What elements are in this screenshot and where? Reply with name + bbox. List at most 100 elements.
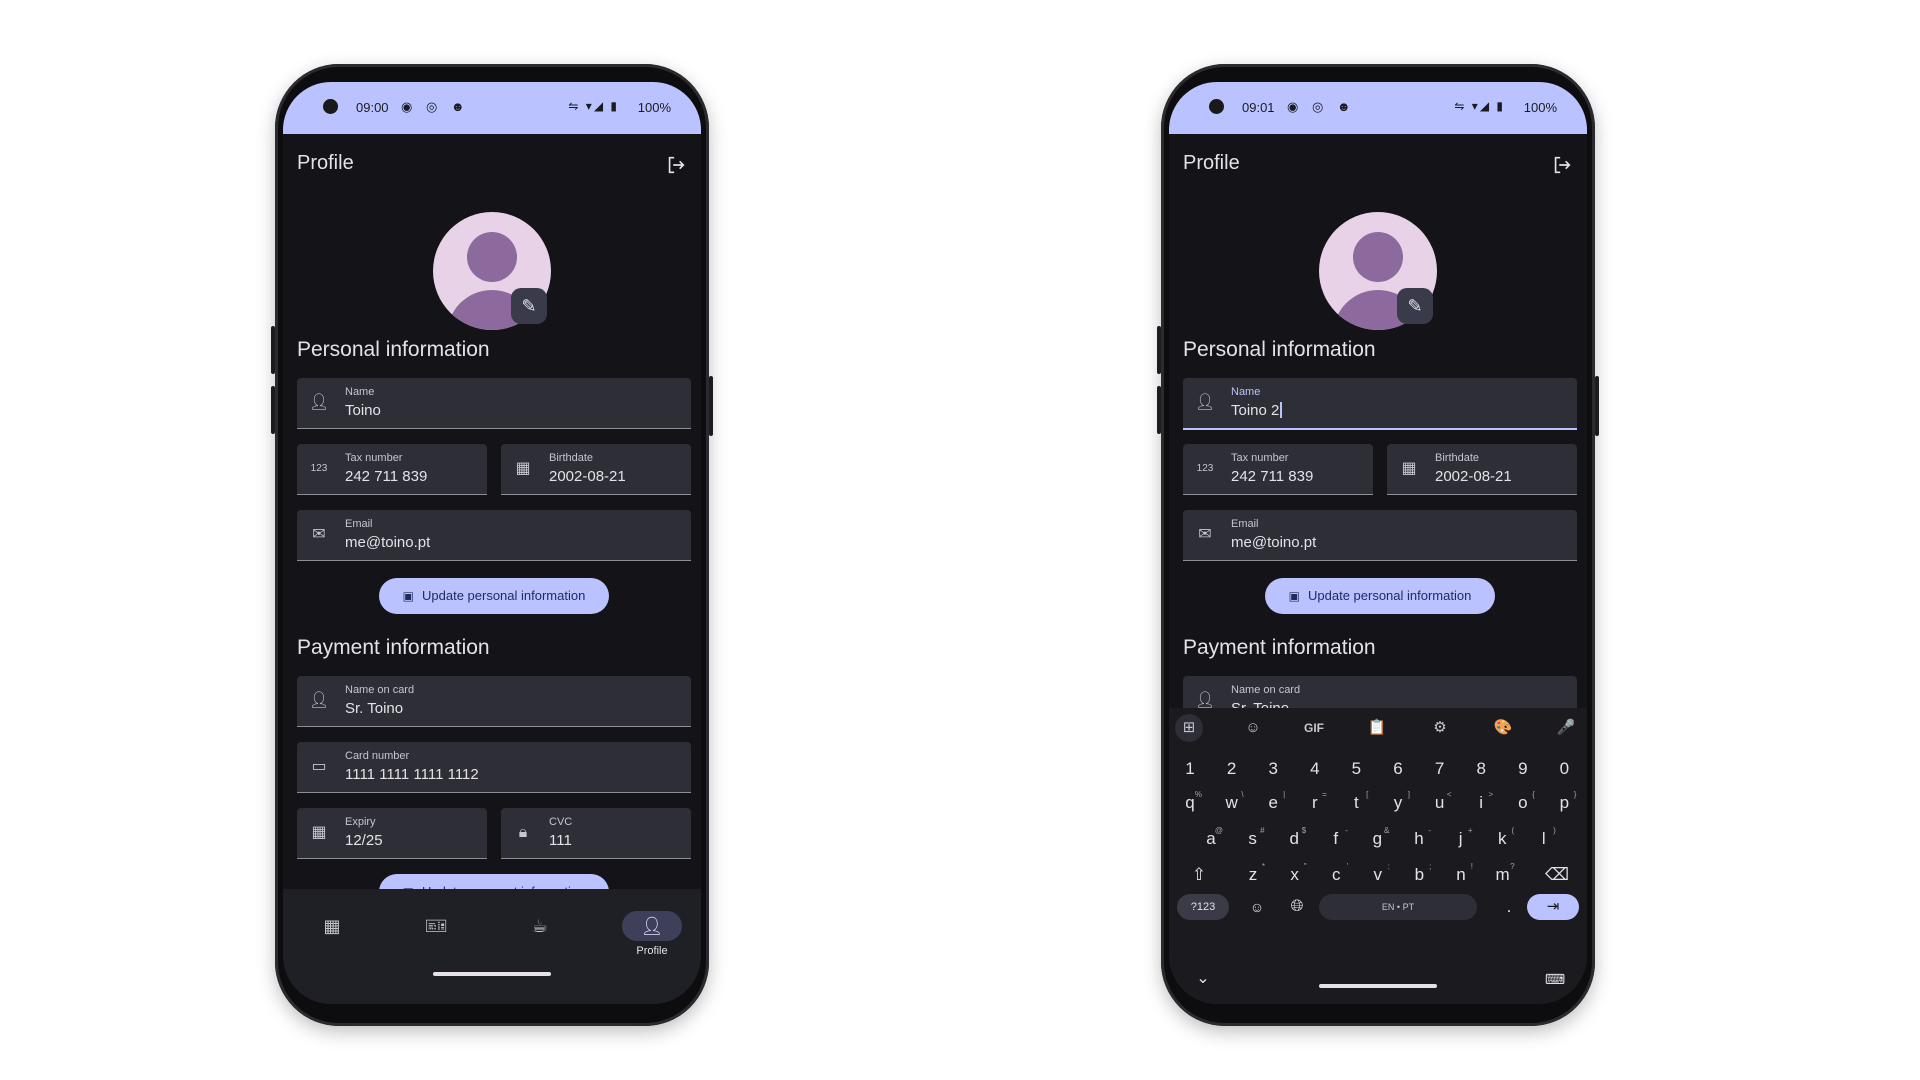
key-alt-label: \ (1241, 790, 1244, 799)
key-v[interactable]: v: (1360, 858, 1396, 892)
key-h[interactable]: h- (1401, 822, 1437, 856)
cvc-label: CVC (549, 816, 573, 828)
expiry-field[interactable]: ▦ Expiry 12/25 (297, 808, 487, 859)
key-w[interactable]: w \ (1214, 786, 1250, 820)
gesture-bar[interactable] (1319, 984, 1437, 988)
calendar-icon: ▦ (323, 916, 341, 936)
key-o[interactable]: o{ (1505, 786, 1541, 820)
key-7[interactable]: 7 (1422, 752, 1458, 786)
key-9[interactable]: 9 (1505, 752, 1541, 786)
key-alt-label: { (1532, 790, 1535, 799)
key-2[interactable]: 2 (1214, 752, 1250, 786)
key-e[interactable]: e | (1255, 786, 1291, 820)
key-y[interactable]: y] (1380, 786, 1416, 820)
nav-tickets[interactable]: 🎫︎ (401, 911, 471, 961)
key-5[interactable]: 5 (1338, 752, 1374, 786)
clipboard-icon[interactable]: 📋 (1363, 714, 1391, 742)
symbols-key[interactable]: ?123 (1177, 894, 1229, 920)
sticker-icon[interactable]: ☺ (1239, 714, 1267, 742)
key-j[interactable]: j + (1443, 822, 1479, 856)
email-field[interactable]: ✉ Email me@toino.pt (297, 510, 691, 561)
collapse-keyboard-icon[interactable]: ⌄ (1185, 962, 1221, 996)
key-p[interactable]: p} (1546, 786, 1582, 820)
settings-icon[interactable]: ⚙ (1426, 714, 1454, 742)
key-label: 9 (1518, 759, 1528, 778)
key-k[interactable]: k( (1484, 822, 1520, 856)
backspace-key[interactable]: ⌫ (1539, 858, 1575, 892)
cvc-field[interactable]: 🔒︎ CVC 111 (501, 808, 691, 859)
key-u[interactable]: u < (1422, 786, 1458, 820)
apps-grid-icon[interactable]: ⊞ (1175, 714, 1203, 742)
next-key[interactable]: ⇥ (1527, 894, 1579, 920)
name-label: Name (1231, 386, 1261, 398)
microphone-icon[interactable]: 🎤 (1552, 714, 1580, 742)
system-icons: ⇋ ▾◢ ▮ (568, 99, 619, 113)
key-label: q (1185, 793, 1195, 812)
key-6[interactable]: 6 (1380, 752, 1416, 786)
gif-button[interactable]: GIF (1300, 714, 1328, 742)
tax-number-label: Tax number (1231, 452, 1289, 464)
avatar-head (1353, 232, 1403, 282)
key-n[interactable]: n! (1443, 858, 1479, 892)
key-z[interactable]: z * (1235, 858, 1271, 892)
period-key[interactable]: . (1491, 890, 1527, 924)
globe-icon[interactable]: 🌐︎ (1279, 890, 1315, 924)
name-field[interactable]: 👤︎ Name Toino (297, 378, 691, 429)
name-value: Toino (345, 402, 381, 419)
birthdate-field[interactable]: ▦ Birthdate 2002-08-21 (1387, 444, 1577, 495)
update-personal-button[interactable]: ▣ Update personal information (1265, 578, 1495, 614)
palette-icon[interactable]: 🎨 (1489, 714, 1517, 742)
key-b[interactable]: b; (1401, 858, 1437, 892)
key-8[interactable]: 8 (1463, 752, 1499, 786)
bottom-navigation: ▦ 🎫︎ ☕︎ 👤︎ Profile (283, 889, 701, 1004)
tax-number-field[interactable]: 123 Tax number 242 711 839 (1183, 444, 1373, 495)
email-field[interactable]: ✉ Email me@toino.pt (1183, 510, 1577, 561)
nav-coffee[interactable]: ☕︎ (505, 911, 575, 961)
key-f[interactable]: f- (1318, 822, 1354, 856)
logout-icon[interactable] (1551, 154, 1573, 176)
emoji-key[interactable]: ☺ (1239, 890, 1275, 924)
key-m[interactable]: m? (1485, 858, 1521, 892)
nav-calendar[interactable]: ▦ (297, 911, 367, 961)
edit-avatar-button[interactable]: ✎ (511, 288, 547, 324)
key-4[interactable]: 4 (1297, 752, 1333, 786)
update-personal-button[interactable]: ▣ Update personal information (379, 578, 609, 614)
expiry-label: Expiry (345, 816, 376, 828)
name-value-wrap: Toino 2 (1231, 402, 1282, 419)
gesture-bar[interactable] (433, 972, 551, 976)
key-l[interactable]: l) (1526, 822, 1562, 856)
front-camera (323, 99, 338, 114)
key-3[interactable]: 3 (1255, 752, 1291, 786)
key-r[interactable]: r = (1297, 786, 1333, 820)
card-number-field[interactable]: ▭ Card number 1111 1111 1111 1112 (297, 742, 691, 793)
key-c[interactable]: c ' (1318, 858, 1354, 892)
logout-icon[interactable] (665, 154, 687, 176)
birthdate-field[interactable]: ▦ Birthdate 2002-08-21 (501, 444, 691, 495)
app-bar: Profile (1169, 134, 1587, 190)
space-key[interactable]: EN • PT (1319, 894, 1477, 920)
section-personal-title: Personal information (297, 338, 490, 361)
key-1[interactable]: 1 (1172, 752, 1208, 786)
key-d[interactable]: d $ (1276, 822, 1312, 856)
key-0[interactable]: 0 (1546, 752, 1582, 786)
key-label: b (1414, 865, 1425, 884)
key-label: 2 (1226, 759, 1237, 778)
key-a[interactable]: a @ (1193, 822, 1229, 856)
key-alt-label: ] (1407, 790, 1410, 799)
key-alt-label: ) (1553, 826, 1556, 835)
edit-avatar-button[interactable]: ✎ (1397, 288, 1433, 324)
keyboard-switch-icon[interactable]: ⌨ (1537, 962, 1573, 996)
key-t[interactable]: t[ (1338, 786, 1374, 820)
tax-number-field[interactable]: 123 Tax number 242 711 839 (297, 444, 487, 495)
shift-key[interactable]: ⇧ (1181, 858, 1217, 892)
key-i[interactable]: i > (1463, 786, 1499, 820)
mail-icon: ✉ (312, 526, 326, 543)
name-field[interactable]: 👤︎ Name Toino 2 (1183, 378, 1577, 430)
key-g[interactable]: g & (1359, 822, 1395, 856)
key-s[interactable]: s # (1235, 822, 1271, 856)
key-q[interactable]: q% (1172, 786, 1208, 820)
key-x[interactable]: x " (1277, 858, 1313, 892)
name-on-card-label: Name on card (1231, 684, 1301, 696)
name-on-card-field[interactable]: 👤︎ Name on card Sr. Toino (297, 676, 691, 727)
nav-profile[interactable]: 👤︎ Profile (617, 911, 687, 961)
